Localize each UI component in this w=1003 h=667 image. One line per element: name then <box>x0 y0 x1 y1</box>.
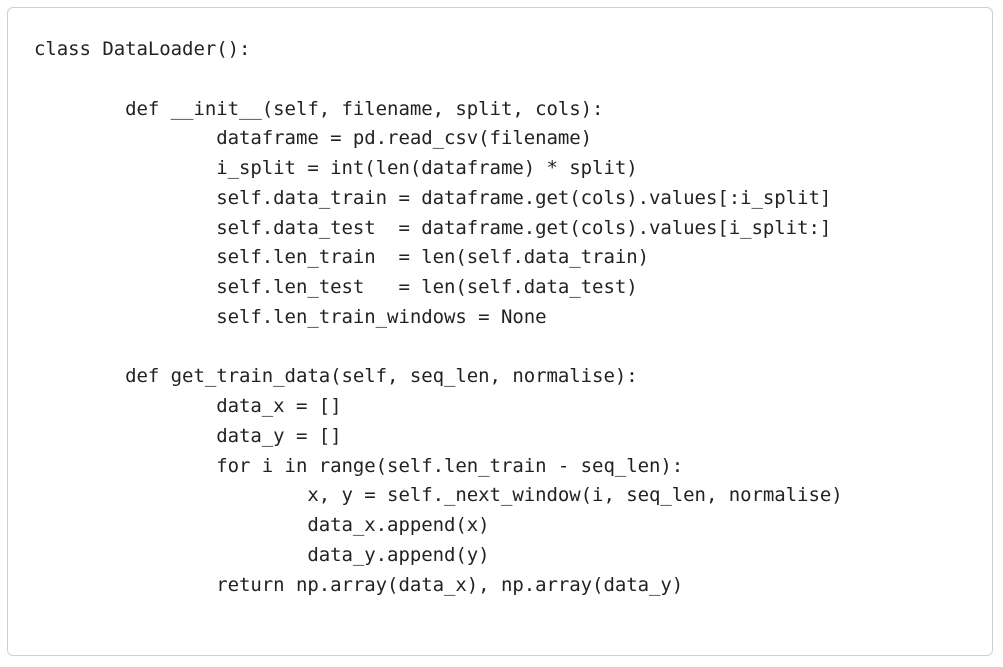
code-line-12: def get_train_data(self, seq_len, normal… <box>34 365 638 388</box>
code-line-17: data_x.append(x) <box>34 514 490 536</box>
code-line-13: data_x = [] <box>34 395 342 417</box>
code-line-16: x, y = self._next_window(i, seq_len, nor… <box>34 484 843 507</box>
code-block-card: class DataLoader(): def __init__(self, f… <box>7 7 993 656</box>
code-line-10: self.len_train_windows = None <box>34 305 547 328</box>
code-line-4: dataframe = pd.read_csv(filename) <box>34 127 593 150</box>
code-block: class DataLoader(): def __init__(self, f… <box>34 35 843 600</box>
code-line-6: self.data_train = dataframe.get(cols).va… <box>34 186 832 209</box>
code-line-15: for i in range(self.len_train - seq_len)… <box>34 454 684 477</box>
code-line-19: return np.array(data_x), np.array(data_y… <box>34 573 684 596</box>
code-line-7: self.data_test = dataframe.get(cols).val… <box>34 216 832 239</box>
code-line-8: self.len_train = len(self.data_train) <box>34 246 650 269</box>
code-line-9: self.len_test = len(self.data_test) <box>34 276 638 298</box>
code-line-1: class DataLoader(): <box>34 38 251 60</box>
code-line-5: i_split = int(len(dataframe) * split) <box>34 157 638 179</box>
code-line-18: data_y.append(y) <box>34 543 490 566</box>
code-line-14: data_y = [] <box>34 424 342 447</box>
code-line-3: def __init__(self, filename, split, cols… <box>34 97 604 120</box>
